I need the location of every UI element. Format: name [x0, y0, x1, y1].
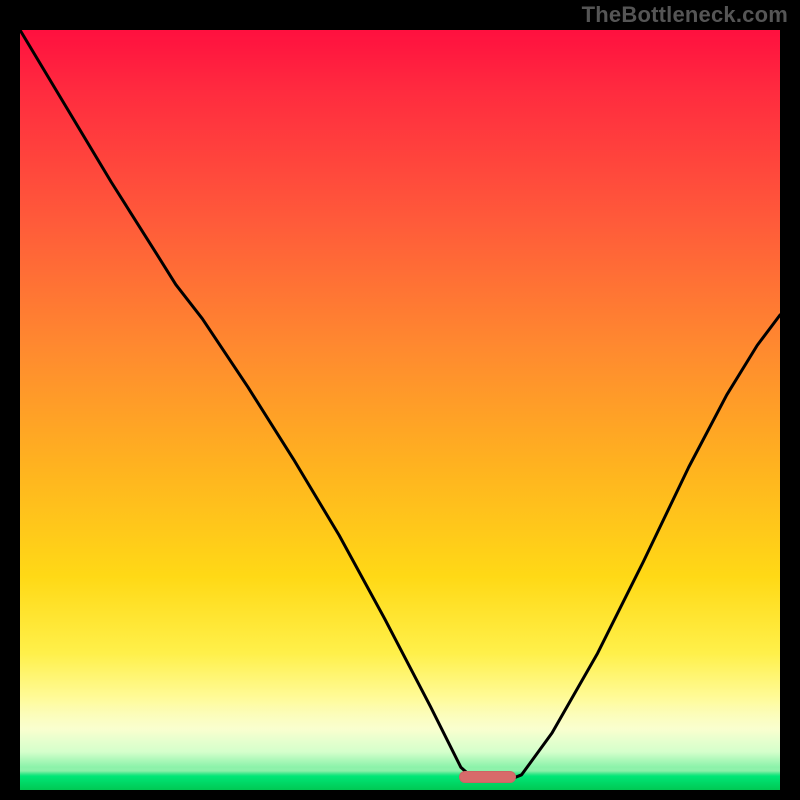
plot-area [20, 30, 780, 790]
optimal-range-marker [459, 771, 516, 783]
watermark-text: TheBottleneck.com [582, 2, 788, 28]
chart-frame: TheBottleneck.com [0, 0, 800, 800]
curve-path [20, 30, 780, 781]
bottleneck-curve [20, 30, 780, 790]
